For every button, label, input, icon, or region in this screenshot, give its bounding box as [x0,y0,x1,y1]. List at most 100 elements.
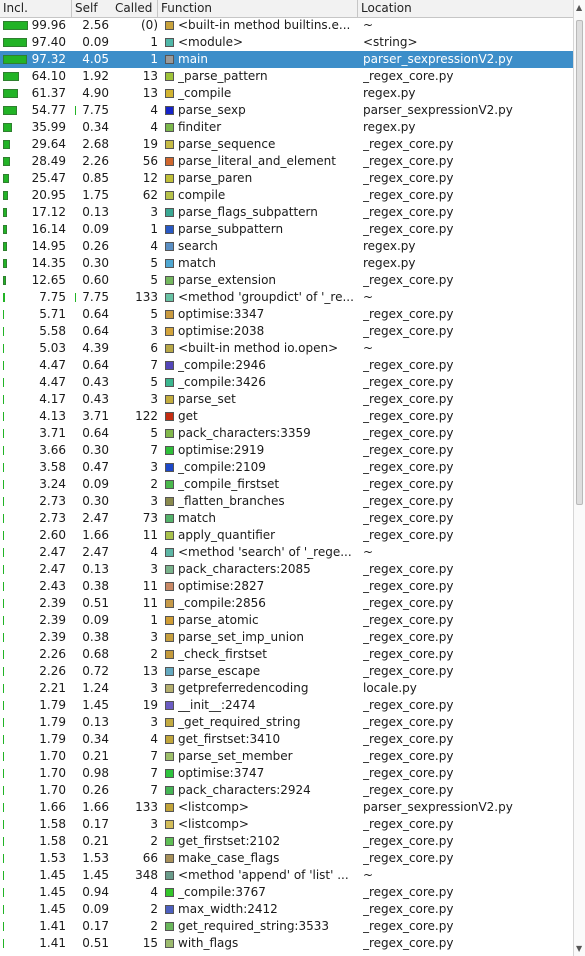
table-row[interactable]: 97.32 4.05 1 main parser_sexpressionV2.py [0,51,573,68]
table-row[interactable]: 4.47 0.64 7 _compile:2946 _regex_core.py [0,357,573,374]
table-row[interactable]: 2.39 0.38 3 parse_set_imp_union _regex_core.… [0,629,573,646]
table-row[interactable]: 2.73 2.47 73 match _regex_core.py [0,510,573,527]
header-called[interactable]: Called [112,0,158,17]
table-row[interactable]: 4.47 0.43 5 _compile:3426 _regex_core.py [0,374,573,391]
self-cell: 0.17 [72,918,112,935]
function-name: parse_extension [178,273,277,287]
self-cell: 0.30 [72,442,112,459]
table-row[interactable]: 2.47 2.47 4 <method 'search' of '_rege... ~ [0,544,573,561]
table-row[interactable]: 97.40 0.09 1 <module> <string> [0,34,573,51]
table-row[interactable]: 1.58 0.17 3 <listcomp> _regex_core.py [0,816,573,833]
vertical-scrollbar[interactable]: ▲ ▼ [573,0,585,956]
table-row[interactable]: 2.47 0.13 3 pack_characters:2085 _regex_core… [0,561,573,578]
header-location[interactable]: Location [358,0,573,17]
self-cell: 0.72 [72,663,112,680]
table-row[interactable]: 4.13 3.71 122 get _regex_core.py [0,408,573,425]
incl-cell: 25.47 [0,170,72,187]
cost-color-icon [165,548,174,557]
table-row[interactable]: 7.75 7.75 133 <method 'groupdict' of '_re..… [0,289,573,306]
table-row[interactable]: 99.96 2.56 (0) <built-in method builtins.e.… [0,17,573,34]
table-row[interactable]: 1.70 0.98 7 optimise:3747 _regex_core.py [0,765,573,782]
table-row[interactable]: 1.70 0.21 7 parse_set_member _regex_core.py [0,748,573,765]
table-row[interactable]: 2.26 0.72 13 parse_escape _regex_core.py [0,663,573,680]
scroll-up-icon[interactable]: ▲ [576,3,582,12]
called-value: 2 [150,902,158,916]
table-row[interactable]: 1.79 0.34 4 get_firstset:3410 _regex_core.py [0,731,573,748]
table-row[interactable]: 29.64 2.68 19 parse_sequence _regex_core.py [0,136,573,153]
function-name: _compile:2109 [178,460,266,474]
table-row[interactable]: 2.39 0.09 1 parse_atomic _regex_core.py [0,612,573,629]
table-row[interactable]: 2.60 1.66 11 apply_quantifier _regex_core.py [0,527,573,544]
table-row[interactable]: 1.45 0.94 4 _compile:3767 _regex_core.py [0,884,573,901]
self-cell: 2.68 [72,136,112,153]
incl-cell: 2.60 [0,527,72,544]
incl-bar [3,837,4,846]
header-incl[interactable]: Incl. [0,0,72,17]
table-row[interactable]: 61.37 4.90 13 _compile regex.py [0,85,573,102]
table-row[interactable]: 14.95 0.26 4 search regex.py [0,238,573,255]
table-row[interactable]: 1.41 0.17 2 get_required_string:3533 _regex_… [0,918,573,935]
incl-value: 16.14 [31,222,66,236]
self-cell: 0.60 [72,272,112,289]
table-row[interactable]: 3.66 0.30 7 optimise:2919 _regex_core.py [0,442,573,459]
self-cell: 0.30 [72,493,112,510]
table-row[interactable]: 3.71 0.64 5 pack_characters:3359 _regex_core… [0,425,573,442]
incl-value: 14.95 [31,239,66,253]
called-value: 19 [142,137,158,151]
location-value: _regex_core.py [363,358,454,372]
table-row[interactable]: 2.39 0.51 11 _compile:2856 _regex_core.py [0,595,573,612]
cost-color-icon [165,939,174,948]
incl-bar [3,242,7,251]
table-row[interactable]: 1.66 1.66 133 <listcomp> parser_sexpressionV… [0,799,573,816]
table-row[interactable]: 54.77 7.75 4 parse_sexp parser_sexpressionV2… [0,102,573,119]
table-row[interactable]: 2.43 0.38 11 optimise:2827 _regex_core.py [0,578,573,595]
incl-bar [3,718,4,727]
table-row[interactable]: 1.79 0.13 3 _get_required_string _regex_core… [0,714,573,731]
table-row[interactable]: 28.49 2.26 56 parse_literal_and_element _reg… [0,153,573,170]
incl-cell: 97.40 [0,34,72,51]
called-value: 122 [135,409,158,423]
table-row[interactable]: 12.65 0.60 5 parse_extension _regex_core.py [0,272,573,289]
incl-cell: 1.41 [0,918,72,935]
table-row[interactable]: 35.99 0.34 4 finditer regex.py [0,119,573,136]
self-value: 1.45 [82,868,109,882]
self-cell: 7.75 [72,289,112,306]
table-row[interactable]: 2.26 0.68 2 _check_firstset _regex_core.py [0,646,573,663]
table-row[interactable]: 14.35 0.30 5 match regex.py [0,255,573,272]
incl-bar [3,480,4,489]
table-row[interactable]: 1.45 1.45 348 <method 'append' of 'list' ..… [0,867,573,884]
table-row[interactable]: 3.58 0.47 3 _compile:2109 _regex_core.py [0,459,573,476]
table-row[interactable]: 5.03 4.39 6 <built-in method io.open> ~ [0,340,573,357]
header-function[interactable]: Function [158,0,358,17]
incl-cell: 20.95 [0,187,72,204]
self-cell: 0.64 [72,425,112,442]
called-value: 5 [150,426,158,440]
location-value: locale.py [363,681,417,695]
table-row[interactable]: 1.58 0.21 2 get_firstset:2102 _regex_core.py [0,833,573,850]
table-row[interactable]: 1.70 0.26 7 pack_characters:2924 _regex_core… [0,782,573,799]
table-row[interactable]: 2.21 1.24 3 getpreferredencoding locale.py [0,680,573,697]
table-row[interactable]: 17.12 0.13 3 parse_flags_subpattern _regex_c… [0,204,573,221]
table-row[interactable]: 25.47 0.85 12 parse_paren _regex_core.py [0,170,573,187]
incl-value: 2.47 [39,562,66,576]
table-row[interactable]: 5.71 0.64 5 optimise:3347 _regex_core.py [0,306,573,323]
incl-value: 7.75 [39,290,66,304]
table-row[interactable]: 1.53 1.53 66 make_case_flags _regex_core.py [0,850,573,867]
table-row[interactable]: 4.17 0.43 3 parse_set _regex_core.py [0,391,573,408]
incl-value: 2.39 [39,630,66,644]
called-value: 4 [150,239,158,253]
table-row[interactable]: 2.73 0.30 3 _flatten_branches _regex_core.py [0,493,573,510]
table-row[interactable]: 16.14 0.09 1 parse_subpattern _regex_core.py [0,221,573,238]
table-row[interactable]: 1.45 0.09 2 max_width:2412 _regex_core.py [0,901,573,918]
table-row[interactable]: 1.41 0.51 15 with_flags _regex_core.py [0,935,573,952]
table-row[interactable]: 3.24 0.09 2 _compile_firstset _regex_core.py [0,476,573,493]
scroll-down-icon[interactable]: ▼ [576,944,582,953]
table-row[interactable]: 20.95 1.75 62 compile _regex_core.py [0,187,573,204]
location-value: _regex_core.py [363,324,454,338]
self-value: 0.21 [82,834,109,848]
table-row[interactable]: 5.58 0.64 3 optimise:2038 _regex_core.py [0,323,573,340]
table-row[interactable]: 1.79 1.45 19 __init__:2474 _regex_core.py [0,697,573,714]
table-row[interactable]: 64.10 1.92 13 _parse_pattern _regex_core.py [0,68,573,85]
scrollbar-thumb[interactable] [576,20,583,505]
cost-color-icon [165,463,174,472]
